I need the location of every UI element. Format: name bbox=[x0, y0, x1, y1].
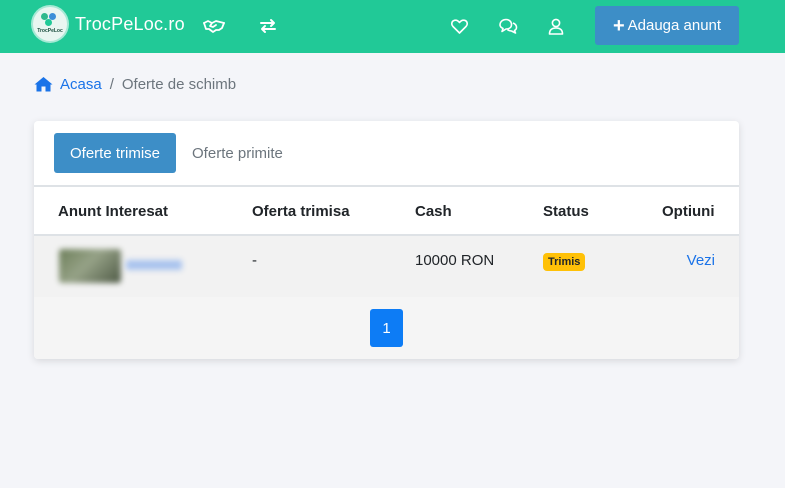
plus-icon: + bbox=[612, 14, 625, 37]
home-icon bbox=[34, 77, 53, 92]
column-header-options: Optiuni bbox=[662, 203, 715, 220]
breadcrumb-home-label: Acasa bbox=[60, 75, 102, 93]
breadcrumb-home-link[interactable]: Acasa bbox=[34, 76, 102, 93]
heart-icon[interactable] bbox=[447, 14, 471, 38]
brand-name[interactable]: TrocPeLoc.ro bbox=[75, 14, 185, 35]
top-navbar: TrocPeLoc TrocPeLoc.ro + Adauga anunt bbox=[0, 0, 785, 53]
page-button[interactable]: 1 bbox=[370, 309, 403, 347]
site-logo[interactable]: TrocPeLoc bbox=[33, 7, 67, 41]
status-badge: Trimis bbox=[543, 253, 586, 271]
table-header: Anunt Interesat Oferta trimisa Cash Stat… bbox=[34, 185, 739, 236]
listing-thumbnail[interactable] bbox=[59, 249, 121, 283]
logo-dot bbox=[45, 19, 52, 26]
add-listing-button[interactable]: + Adauga anunt bbox=[595, 6, 739, 45]
pagination: 1 bbox=[34, 297, 739, 359]
handshake-icon[interactable] bbox=[202, 14, 226, 38]
exchange-arrows-icon[interactable] bbox=[256, 14, 280, 38]
tab-received-offers[interactable]: Oferte primite bbox=[176, 133, 299, 173]
tab-sent-offers[interactable]: Oferte trimise bbox=[54, 133, 177, 173]
offers-tabs: Oferte trimise Oferte primite bbox=[54, 133, 299, 173]
table-row: - 10000 RON Trimis Vezi bbox=[34, 236, 739, 297]
cash-value: 10000 RON bbox=[415, 252, 495, 269]
breadcrumb-current: Oferte de schimb bbox=[121, 75, 237, 93]
breadcrumb-separator: / bbox=[109, 75, 114, 93]
offers-card: Oferte trimise Oferte primite Anunt Inte… bbox=[34, 121, 739, 359]
chat-icon[interactable] bbox=[496, 14, 520, 38]
view-offer-link[interactable]: Vezi bbox=[687, 252, 715, 269]
offer-sent-value: - bbox=[252, 252, 257, 269]
breadcrumb: Acasa / Oferte de schimb bbox=[34, 74, 236, 94]
column-header-listing: Anunt Interesat bbox=[58, 203, 169, 220]
user-icon[interactable] bbox=[544, 14, 568, 38]
column-header-status: Status bbox=[543, 203, 589, 220]
add-listing-label: Adauga anunt bbox=[627, 17, 722, 34]
logo-text: TrocPeLoc bbox=[37, 28, 63, 34]
column-header-offer-sent: Oferta trimisa bbox=[252, 203, 350, 220]
column-header-cash: Cash bbox=[415, 203, 452, 220]
listing-title-link[interactable] bbox=[126, 260, 182, 270]
